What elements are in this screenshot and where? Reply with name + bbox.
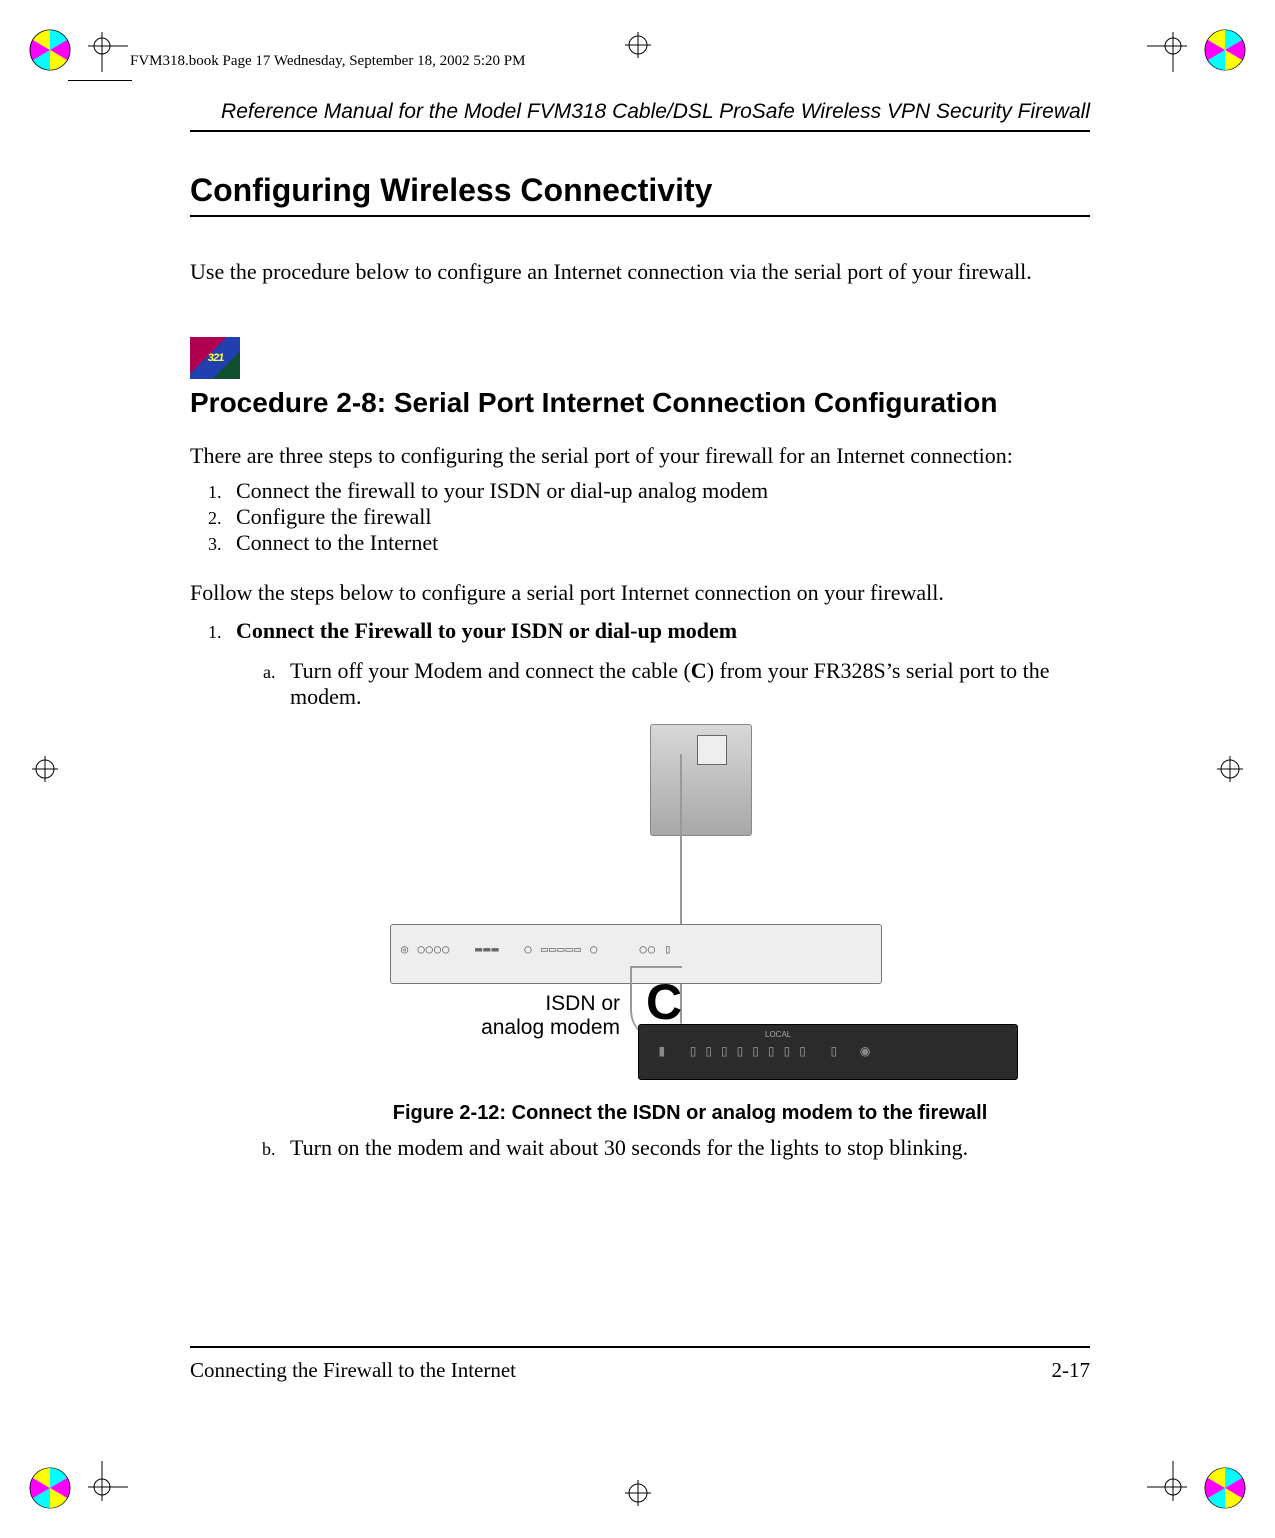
overview-lead: There are three steps to configuring the… <box>190 441 1090 471</box>
registration-mark-icon <box>1203 1466 1247 1510</box>
modem-label-line1: ISDN or <box>545 992 620 1015</box>
overview-step: Connect to the Internet <box>226 530 1090 556</box>
router-ports-label: LOCAL <box>765 1030 791 1039</box>
cropmark-icon <box>1147 1461 1187 1506</box>
cropmark-icon <box>1147 32 1187 77</box>
alignment-mark-icon <box>1217 756 1243 782</box>
procedure-step-1: Connect the Firewall to your ISDN or dia… <box>226 618 1090 1161</box>
figure-caption: Figure 2-12: Connect the ISDN or analog … <box>290 1102 1090 1125</box>
procedure-title: Procedure 2-8: Serial Port Internet Conn… <box>190 387 1090 419</box>
page-footer: Connecting the Firewall to the Internet … <box>190 1346 1090 1383</box>
intro-paragraph: Use the procedure below to configure an … <box>190 257 1090 287</box>
alignment-mark-icon <box>625 1480 651 1506</box>
cable-letter-c: C <box>646 977 682 1027</box>
crop-line <box>68 80 132 81</box>
step-1a-text-bold: C <box>691 658 707 683</box>
section-title: Configuring Wireless Connectivity <box>190 172 1090 217</box>
page-number: 2-17 <box>1052 1358 1091 1383</box>
running-header: Reference Manual for the Model FVM318 Ca… <box>190 100 1090 132</box>
overview-step-list: Connect the firewall to your ISDN or dia… <box>190 478 1090 556</box>
cropmark-icon <box>88 1461 128 1506</box>
print-header: FVM318.book Page 17 Wednesday, September… <box>130 53 525 70</box>
registration-mark-icon <box>28 28 72 72</box>
procedure-steps-icon <box>190 337 240 379</box>
step-1b: Turn on the modem and wait about 30 seco… <box>280 1135 1090 1161</box>
alignment-mark-icon <box>625 32 651 58</box>
step-1a: Turn off your Modem and connect the cabl… <box>280 658 1090 1125</box>
modem-label: ISDN or analog modem <box>460 992 620 1040</box>
cropmark-icon <box>88 32 128 77</box>
modem-label-line2: analog modem <box>481 1016 620 1039</box>
step-1-title: Connect the Firewall to your ISDN or dia… <box>236 618 737 643</box>
follow-paragraph: Follow the steps below to configure a se… <box>190 578 1090 608</box>
step-1a-text-pre: Turn off your Modem and connect the cabl… <box>290 658 691 683</box>
registration-mark-icon <box>28 1466 72 1510</box>
figure-connect-modem: ISDN or analog modem C LOCAL <box>370 724 1010 1084</box>
footer-section-title: Connecting the Firewall to the Internet <box>190 1358 516 1383</box>
overview-step: Configure the firewall <box>226 504 1090 530</box>
wall-outlet-icon <box>650 724 752 836</box>
procedure-step-list: Connect the Firewall to your ISDN or dia… <box>190 618 1090 1161</box>
overview-step: Connect the firewall to your ISDN or dia… <box>226 478 1090 504</box>
alignment-mark-icon <box>32 756 58 782</box>
registration-mark-icon <box>1203 28 1247 72</box>
firewall-router-illustration <box>638 1024 1018 1080</box>
